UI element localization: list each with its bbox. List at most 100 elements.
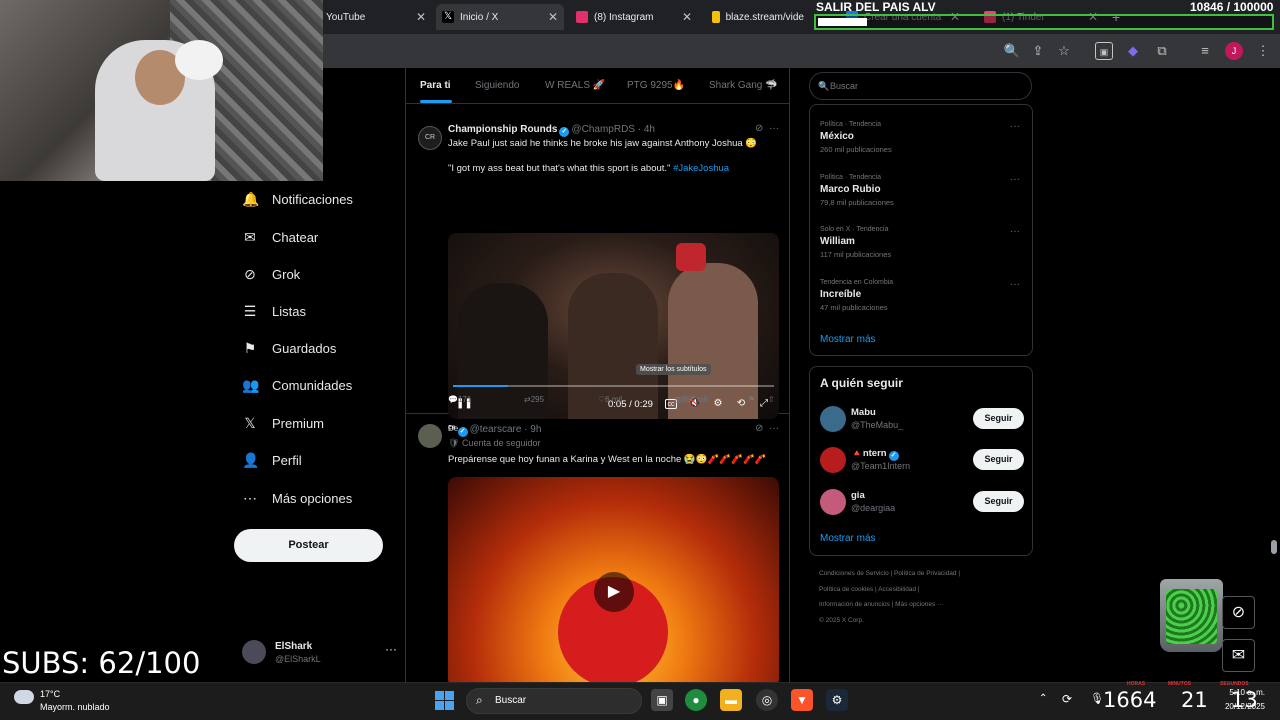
scrollbar-thumb[interactable] xyxy=(1271,540,1277,554)
hashtag-link[interactable]: #JakeJoshua xyxy=(673,163,729,174)
file-explorer-icon[interactable]: ▬ xyxy=(720,689,742,711)
install-icon[interactable]: ⇪ xyxy=(1029,42,1047,60)
bookmark-icon[interactable]: ⚑ xyxy=(748,395,755,404)
task-view-icon[interactable]: ▣ xyxy=(651,689,673,711)
sync-icon[interactable]: ⟳ xyxy=(1062,692,1072,706)
puzzle-icon[interactable]: ⧉ xyxy=(1153,42,1171,60)
views-button[interactable]: ▥ 866 mil xyxy=(674,395,707,404)
footer-links[interactable]: Información de anuncios | Más opciones ·… xyxy=(819,597,1019,613)
avatar[interactable] xyxy=(820,406,846,432)
mic-icon[interactable]: 🎙 xyxy=(1090,692,1104,705)
nav-item-más-opciones[interactable]: ⋯ Más opciones xyxy=(242,486,352,510)
mail-icon[interactable]: ✉ xyxy=(1222,639,1255,672)
trend-item[interactable]: Política · Tendencia Marco Rubio 79,8 mi… xyxy=(820,174,1020,207)
tweet-author[interactable]: ᶜᵉ ✓ @tearscare · 9h xyxy=(448,424,541,437)
tab-x[interactable]: 𝕏 Inicio / X ✕ xyxy=(436,4,564,30)
media-icon[interactable]: ≡ xyxy=(1196,42,1214,60)
follow-suggestion[interactable]: 🔺ntern ✓ @Team1Intern Seguir xyxy=(820,445,1024,475)
more-icon[interactable]: ··· xyxy=(769,123,779,134)
grok-icon[interactable]: ⊘ xyxy=(1222,596,1255,629)
follow-show-more-link[interactable]: Mostrar más xyxy=(820,533,876,544)
tweet-author[interactable]: Championship Rounds ✓ @ChampRDS · 4h xyxy=(448,124,655,137)
like-button[interactable]: ♡ 6 mil xyxy=(598,395,622,404)
avatar[interactable] xyxy=(820,489,846,515)
grok-icon[interactable]: ⊘ xyxy=(755,123,763,134)
clock-time[interactable]: 5:10 a. m. xyxy=(1205,688,1265,697)
post-button[interactable]: Postear xyxy=(234,529,383,562)
nav-item-perfil[interactable]: 👤 Perfil xyxy=(242,448,302,472)
repost-button[interactable]: ⇄ 295 xyxy=(524,395,544,404)
search-input[interactable]: 🔍 Buscar xyxy=(809,72,1032,100)
nav-item-notificaciones[interactable]: 🔔 Notificaciones xyxy=(242,187,353,211)
avatar[interactable] xyxy=(820,447,846,473)
clock-date[interactable]: 20/12/2025 xyxy=(1205,702,1265,711)
weather-desc[interactable]: Mayorm. nublado xyxy=(40,702,110,712)
tab-shark-gang[interactable]: Shark Gang 🦈 xyxy=(709,80,778,91)
follow-button[interactable]: Seguir xyxy=(973,449,1024,470)
menu-icon[interactable]: ⋮ xyxy=(1254,42,1272,60)
extension-icon[interactable]: ▣ xyxy=(1095,42,1113,60)
more-icon[interactable]: ··· xyxy=(1010,279,1020,290)
close-icon[interactable]: ✕ xyxy=(416,10,426,24)
avatar[interactable]: CR xyxy=(418,126,442,150)
video-player[interactable]: Mostrar los subtítulos ❚❚ 0:05 / 0:29 cc… xyxy=(448,233,779,419)
nav-item-chatear[interactable]: ✉ Chatear xyxy=(242,225,318,249)
tab-w-reals[interactable]: W REALS 🚀 xyxy=(545,80,605,91)
more-icon[interactable]: ··· xyxy=(1010,174,1020,185)
steam-icon[interactable]: ⚙ xyxy=(826,689,848,711)
taskbar-search[interactable]: ⌕ Buscar xyxy=(466,688,642,714)
star-icon[interactable]: ☆ xyxy=(1055,42,1073,60)
follow-suggestion[interactable]: gia @deargiaa Seguir xyxy=(820,487,1024,517)
chevron-up-icon[interactable]: ⌃ xyxy=(1039,693,1047,704)
footer-links[interactable]: Condiciones de Servicio | Política de Pr… xyxy=(819,566,1019,582)
share-icon[interactable]: ⇧ xyxy=(768,395,775,404)
more-icon[interactable]: ··· xyxy=(1010,121,1020,132)
tab-para-ti[interactable]: Para ti xyxy=(420,80,451,91)
weather-temp[interactable]: 17°C xyxy=(40,689,60,699)
follow-suggestion[interactable]: Mabu @TheMabu_ Seguir xyxy=(820,404,1024,434)
windows-start-icon[interactable] xyxy=(435,691,454,710)
tweet-menu[interactable]: ⊘ ··· xyxy=(755,123,779,134)
close-icon[interactable]: ✕ xyxy=(548,10,558,24)
zoom-icon[interactable]: 🔍 xyxy=(1003,42,1021,60)
video-player[interactable]: ▶ xyxy=(448,477,779,682)
nav-item-grok[interactable]: ⊘ Grok xyxy=(242,262,300,286)
follower-account-text: Cuenta de seguidor xyxy=(461,438,541,448)
tweet[interactable]: CR Championship Rounds ✓ @ChampRDS · 4h ⊘ … xyxy=(406,118,789,433)
trend-item[interactable]: Tendencia en Colombia Increíble 47 mil p… xyxy=(820,279,1020,312)
tab-ptg[interactable]: PTG 9295🔥 xyxy=(627,80,685,91)
nav-item-guardados[interactable]: ⚑ Guardados xyxy=(242,336,337,360)
trends-show-more-link[interactable]: Mostrar más xyxy=(820,334,876,345)
tweet[interactable]: ᶜᵉ ✓ @tearscare · 9h ⊘ ··· 🛡 Cuenta de seg… xyxy=(406,414,789,682)
reply-button[interactable]: 💬 171 xyxy=(448,395,471,404)
app-icon[interactable]: ◎ xyxy=(756,689,778,711)
more-icon[interactable]: ··· xyxy=(385,642,397,656)
page-scrollbar[interactable] xyxy=(1268,68,1280,682)
trend-item[interactable]: Política · Tendencia México 260 mil publ… xyxy=(820,121,1020,154)
trend-item[interactable]: Solo en X · Tendencia William 117 mil pu… xyxy=(820,226,1020,259)
more-icon[interactable]: ··· xyxy=(1010,226,1020,237)
avatar[interactable] xyxy=(418,424,442,448)
follow-button[interactable]: Seguir xyxy=(973,408,1024,429)
nav-item-premium[interactable]: 𝕏 Premium xyxy=(242,411,324,435)
chrome-icon[interactable]: ● xyxy=(685,689,707,711)
profile-avatar[interactable]: J xyxy=(1225,42,1243,60)
tab-youtube[interactable]: YouTube ✕ xyxy=(320,4,432,30)
nav-item-comunidades[interactable]: 👥 Comunidades xyxy=(242,373,352,397)
person-icon: 👤 xyxy=(242,452,260,468)
tab-siguiendo[interactable]: Siguiendo xyxy=(475,80,519,91)
account-switcher[interactable]: ElShark @ElSharkL ··· xyxy=(242,640,397,670)
grok-icon[interactable]: ⊘ xyxy=(755,423,763,434)
tab-instagram[interactable]: (8) Instagram ✕ xyxy=(570,4,698,30)
footer-links[interactable]: Política de cookies | Accesibilidad | xyxy=(819,582,1019,598)
tweet-menu[interactable]: ⊘ ··· xyxy=(755,423,779,434)
play-icon[interactable]: ▶ xyxy=(594,572,634,612)
brave-icon[interactable]: ▼ xyxy=(791,689,813,711)
follow-button[interactable]: Seguir xyxy=(973,491,1024,512)
extension-purple-icon[interactable]: ◆ xyxy=(1124,42,1142,60)
more-icon[interactable]: ··· xyxy=(769,423,779,434)
tab-blaze[interactable]: blaze.stream/vide xyxy=(706,4,810,30)
cloud-icon[interactable] xyxy=(14,690,34,704)
close-icon[interactable]: ✕ xyxy=(682,10,692,24)
nav-item-listas[interactable]: ☰ Listas xyxy=(242,299,306,323)
